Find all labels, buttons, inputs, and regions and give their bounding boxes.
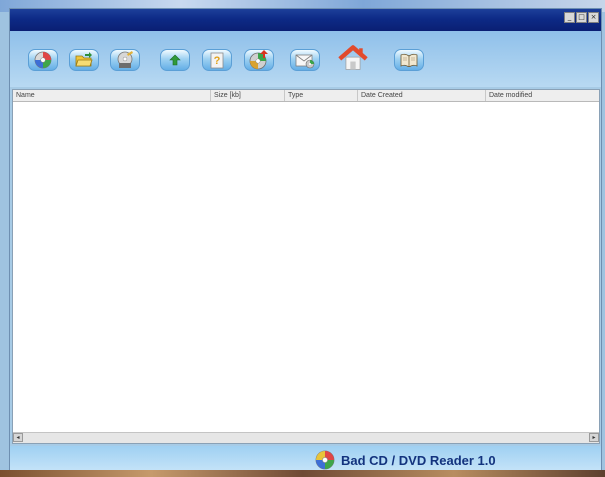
maximize-button[interactable]: □ bbox=[576, 12, 587, 23]
disc-edit-button[interactable] bbox=[110, 49, 140, 71]
horizontal-scrollbar[interactable]: ◂ ▸ bbox=[13, 432, 599, 443]
disc-mail-icon bbox=[295, 54, 315, 69]
scroll-right-button[interactable]: ▸ bbox=[589, 433, 599, 442]
app-branding: Bad CD / DVD Reader 1.0 bbox=[315, 450, 496, 470]
column-header-type[interactable]: Type bbox=[285, 90, 358, 101]
toolbar: ? bbox=[10, 31, 601, 87]
svg-text:?: ? bbox=[214, 55, 221, 67]
status-bar: Bad CD / DVD Reader 1.0 bbox=[10, 446, 601, 472]
app-title: Bad CD / DVD Reader 1.0 bbox=[341, 452, 496, 468]
disc-mail-button[interactable] bbox=[290, 49, 320, 71]
column-header-date-created[interactable]: Date Created bbox=[358, 90, 486, 101]
title-bar: _ □ × bbox=[10, 9, 601, 31]
disc-edit-icon bbox=[117, 51, 133, 68]
help-button[interactable]: ? bbox=[202, 49, 232, 71]
column-headers: Name Size [kb] Type Date Created Date mo… bbox=[13, 90, 599, 102]
book-icon bbox=[400, 53, 418, 67]
column-header-name[interactable]: Name bbox=[13, 90, 211, 101]
open-folder-button[interactable] bbox=[69, 49, 99, 71]
file-list[interactable]: Name Size [kb] Type Date Created Date mo… bbox=[12, 89, 600, 444]
minimize-button[interactable]: _ bbox=[564, 12, 575, 23]
column-header-size[interactable]: Size [kb] bbox=[211, 90, 285, 101]
home-icon bbox=[338, 45, 368, 70]
close-button[interactable]: × bbox=[588, 12, 599, 23]
read-disc-button[interactable] bbox=[28, 49, 58, 71]
disc-download-button[interactable] bbox=[244, 49, 274, 71]
cd-disc-icon bbox=[34, 51, 52, 69]
help-icon: ? bbox=[210, 52, 224, 69]
scroll-left-button[interactable]: ◂ bbox=[13, 433, 23, 442]
cd-logo-icon bbox=[315, 450, 335, 470]
disc-download-icon bbox=[249, 50, 268, 70]
window-controls: _ □ × bbox=[564, 12, 599, 23]
up-arrow-icon bbox=[169, 54, 181, 66]
app-window: _ □ × ? Name Size [kb] Type Date Created… bbox=[9, 8, 602, 472]
up-folder-button[interactable] bbox=[160, 49, 190, 71]
column-header-date-modified[interactable]: Date modified bbox=[486, 90, 599, 101]
desktop-taskbar-strip bbox=[0, 470, 605, 477]
home-button[interactable] bbox=[338, 43, 368, 73]
open-folder-icon bbox=[75, 52, 93, 67]
manual-button[interactable] bbox=[394, 49, 424, 71]
